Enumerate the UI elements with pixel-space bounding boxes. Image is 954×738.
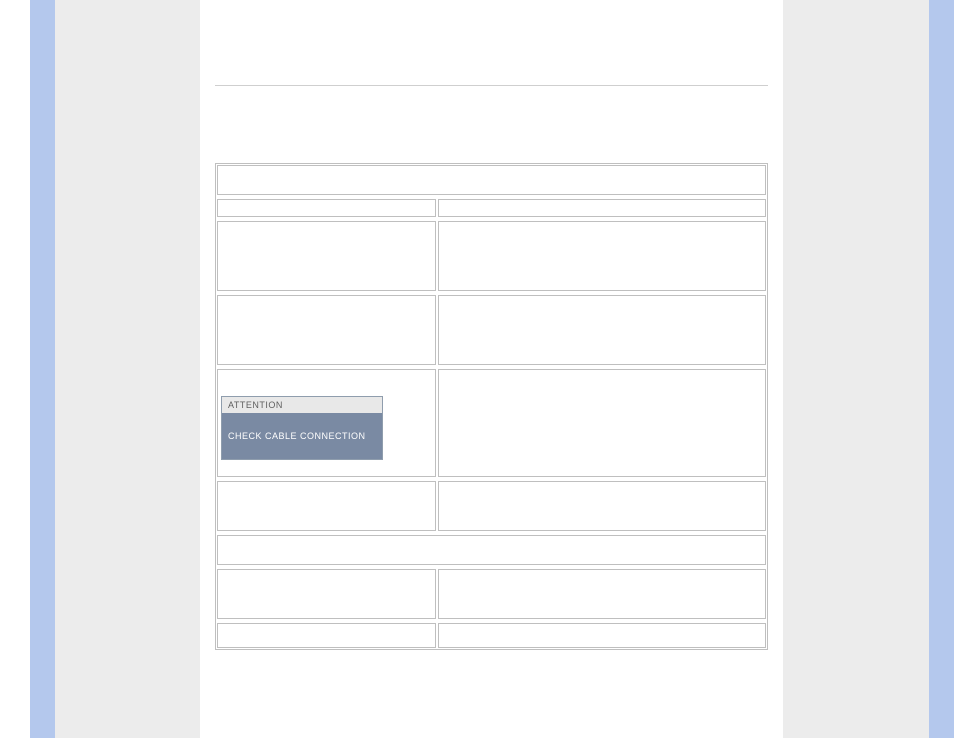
content-table: ATTENTION CHECK CABLE CONNECTION [215, 163, 768, 650]
table-cell [438, 295, 766, 365]
table-cell: ATTENTION CHECK CABLE CONNECTION [217, 369, 436, 477]
table-cell [438, 623, 766, 648]
table-cell [217, 623, 436, 648]
table-row [216, 220, 767, 292]
table-row [216, 294, 767, 366]
table-cell [438, 369, 766, 477]
table-span-cell [217, 535, 766, 565]
table-row [216, 534, 767, 566]
attention-box: ATTENTION CHECK CABLE CONNECTION [221, 396, 383, 460]
table-cell [438, 481, 766, 531]
table-row [216, 622, 767, 649]
right-grey-panel [783, 0, 929, 738]
right-blue-border [929, 0, 954, 738]
table-cell [217, 569, 436, 619]
attention-header: ATTENTION [222, 397, 382, 413]
left-grey-panel [55, 0, 200, 738]
table-cell [438, 199, 766, 217]
left-blue-border [30, 0, 55, 738]
attention-body: CHECK CABLE CONNECTION [222, 413, 382, 459]
table-row [216, 480, 767, 532]
table-cell [217, 295, 436, 365]
horizontal-rule [215, 85, 768, 86]
table-cell [438, 569, 766, 619]
table-cell [438, 221, 766, 291]
table-row [216, 164, 767, 196]
table-cell [217, 481, 436, 531]
table-cell [217, 199, 436, 217]
table-row: ATTENTION CHECK CABLE CONNECTION [216, 368, 767, 478]
table-cell [217, 221, 436, 291]
table-header-cell [217, 165, 766, 195]
document-page: ATTENTION CHECK CABLE CONNECTION [200, 0, 783, 738]
table-row [216, 568, 767, 620]
table-row [216, 198, 767, 218]
